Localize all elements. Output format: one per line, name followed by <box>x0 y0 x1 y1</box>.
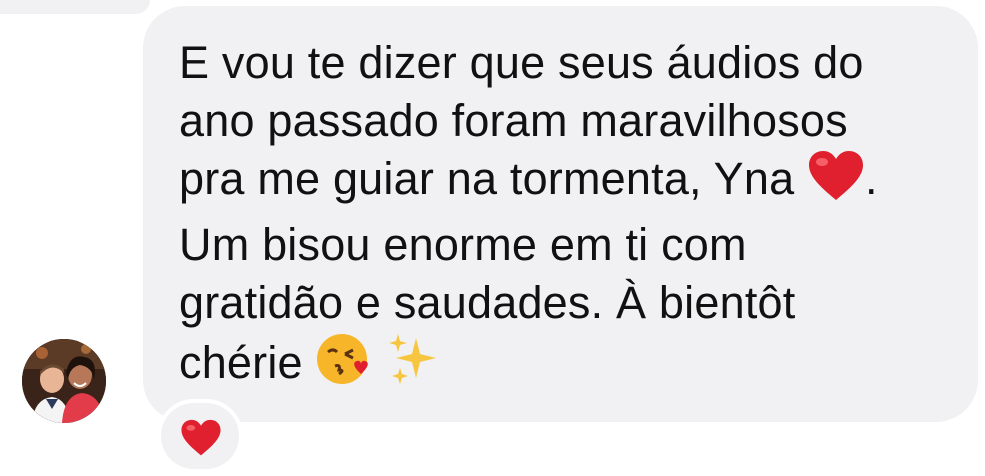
message-line-3: pra me guiar na tormenta, Yna . <box>179 151 878 204</box>
previous-message-bubble-fragment <box>0 0 150 14</box>
message-text: E vou te dizer que seus áudios do ano pa… <box>179 34 959 400</box>
message-line-1: E vou te dizer que seus áudios do <box>179 37 864 88</box>
reaction-badge[interactable] <box>157 399 243 473</box>
message-line-3-text: pra me guiar na tormenta, Yna <box>179 153 808 204</box>
message-bubble[interactable]: E vou te dizer que seus áudios do ano pa… <box>143 6 978 422</box>
message-line-6: chérie <box>179 334 440 388</box>
message-line-4: Um bisou enorme em ti com <box>179 219 747 270</box>
message-line-6-text: chérie <box>179 337 316 388</box>
face-blowing-kiss-icon <box>315 332 373 400</box>
red-heart-reaction-icon <box>180 419 222 462</box>
sparkles-icon <box>386 332 440 400</box>
avatar-photo-icon <box>22 339 106 423</box>
message-line-3-end: . <box>865 153 878 204</box>
message-line-2: ano passado foram maravilhosos <box>179 95 848 146</box>
message-line-5: gratidão e saudades. À bientôt <box>179 277 796 328</box>
sender-avatar[interactable] <box>22 339 106 423</box>
red-heart-icon <box>807 150 865 216</box>
